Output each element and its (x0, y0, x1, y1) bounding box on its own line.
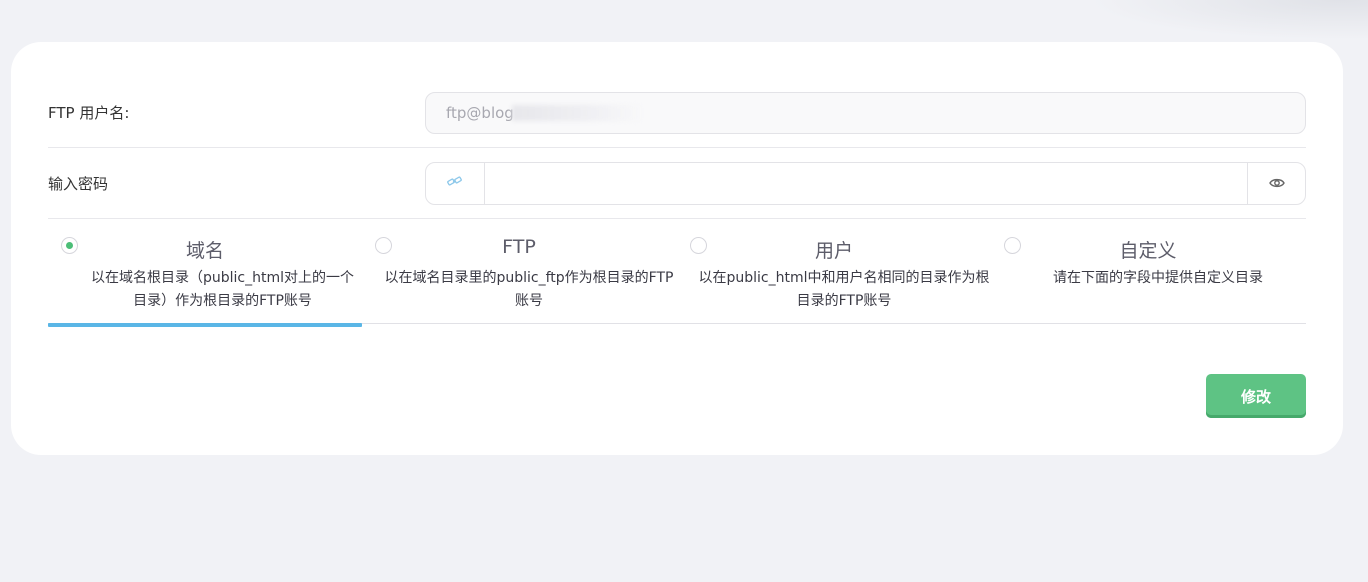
tab-domain-title: 域名 (185, 240, 224, 262)
ftp-username-label: FTP 用户名: (48, 104, 130, 122)
tab-ftp[interactable]: FTP 以在域名目录里的public_ftp作为根目录的FTP账号 (362, 219, 676, 324)
tab-custom[interactable]: 自定义 请在下面的字段中提供自定义目录 (991, 219, 1305, 324)
generate-password-button[interactable] (426, 163, 485, 204)
eye-icon (1268, 174, 1285, 193)
ftp-username-value: ftp@blog (446, 104, 514, 122)
tab-user-desc: 以在public_html中和用户名相同的目录作为根目录的FTP账号 (698, 270, 990, 309)
toggle-password-visibility-button[interactable] (1247, 163, 1305, 204)
redacted-area (511, 105, 642, 121)
password-input[interactable] (485, 163, 1247, 204)
ftp-username-field: ftp@blog (425, 92, 1306, 134)
active-tab-indicator (48, 323, 362, 327)
tab-ftp-desc: 以在域名目录里的public_ftp作为根目录的FTP账号 (384, 270, 674, 309)
password-input-group (425, 162, 1306, 205)
background-shade (1088, 0, 1368, 40)
tab-custom-desc: 请在下面的字段中提供自定义目录 (1053, 270, 1263, 286)
tab-ftp-title: FTP (502, 236, 536, 258)
tab-custom-title: 自定义 (1119, 240, 1177, 262)
key-generate-icon (446, 173, 464, 195)
tab-domain-desc: 以在域名根目录（public_html对上的一个目录）作为根目录的FTP账号 (90, 270, 354, 309)
password-label: 输入密码 (48, 174, 109, 193)
tab-user[interactable]: 用户 以在public_html中和用户名相同的目录作为根目录的FTP账号 (677, 219, 991, 324)
tab-domain[interactable]: 域名 以在域名根目录（public_html对上的一个目录）作为根目录的FTP账… (48, 219, 362, 327)
root-directory-tabs: 域名 以在域名根目录（public_html对上的一个目录）作为根目录的FTP账… (48, 219, 1306, 327)
save-button[interactable]: 修改 (1206, 374, 1306, 418)
ftp-account-card: FTP 用户名: ftp@blog 输入密码 域名 以在域名根目录（public… (11, 42, 1343, 455)
ftp-username-row: FTP 用户名: ftp@blog (48, 78, 1306, 148)
tab-user-title: 用户 (814, 240, 853, 262)
password-row: 输入密码 (48, 148, 1306, 219)
